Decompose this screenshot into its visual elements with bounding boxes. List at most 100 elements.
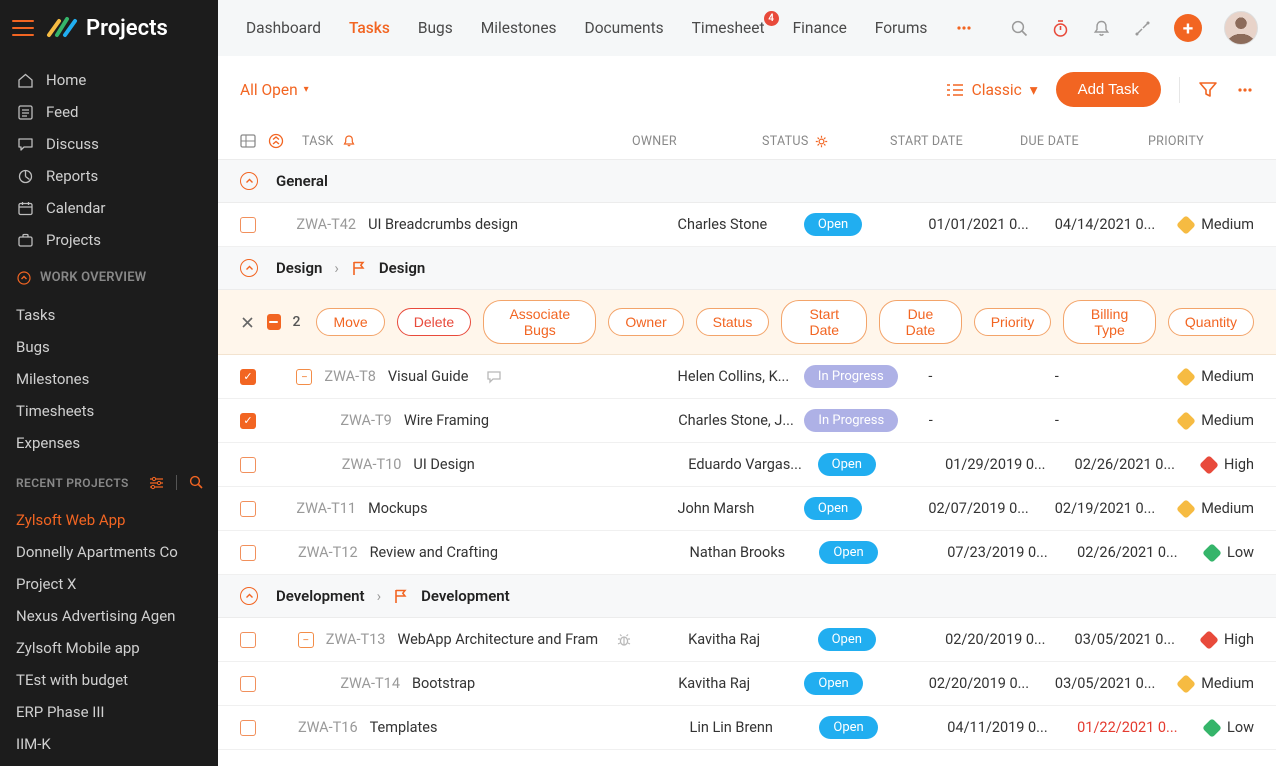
sidebar-item-expenses[interactable]: Expenses xyxy=(0,427,218,459)
recent-project-item[interactable]: Nexus Advertising Agen xyxy=(0,600,218,632)
collapse-group-icon[interactable] xyxy=(240,172,258,190)
group-header[interactable]: Development› Development xyxy=(218,575,1276,618)
group-header[interactable]: Design› Design xyxy=(218,247,1276,290)
recent-project-item[interactable]: Project X xyxy=(0,568,218,600)
col-status[interactable]: STATUS xyxy=(762,134,890,149)
sel-action-owner[interactable]: Owner xyxy=(608,308,683,336)
task-priority[interactable]: Medium xyxy=(1179,216,1254,233)
tab-milestones[interactable]: Milestones xyxy=(481,19,557,37)
task-row[interactable]: ZWA-T16 Templates Lin Lin Brenn Open 04/… xyxy=(218,706,1276,750)
tab-finance[interactable]: Finance xyxy=(793,19,847,37)
col-task[interactable]: TASK xyxy=(302,134,632,149)
group-header[interactable]: General xyxy=(218,160,1276,203)
task-priority[interactable]: Low xyxy=(1205,719,1254,736)
filter-icon[interactable] xyxy=(1198,80,1218,100)
sidebar-item-tasks[interactable]: Tasks xyxy=(0,299,218,331)
sidebar-item-calendar[interactable]: Calendar xyxy=(0,192,218,224)
task-status[interactable]: Open xyxy=(819,541,947,564)
task-status[interactable]: Open xyxy=(819,716,947,739)
recent-project-item[interactable]: ERP Phase III xyxy=(0,696,218,728)
task-status[interactable]: In Progress xyxy=(804,409,928,432)
sidebar-item-feed[interactable]: Feed xyxy=(0,96,218,128)
table-body[interactable]: General ZWA-T42 UI Breadcrumbs design Ch… xyxy=(218,160,1276,766)
filter-dropdown[interactable]: All Open ▾ xyxy=(240,81,309,99)
timer-icon[interactable] xyxy=(1051,19,1070,38)
task-row[interactable]: ZWA-T42 UI Breadcrumbs design Charles St… xyxy=(218,203,1276,247)
sidebar-section-work-overview[interactable]: WORK OVERVIEW xyxy=(0,256,218,291)
task-status[interactable]: Open xyxy=(818,628,945,651)
task-priority[interactable]: Medium xyxy=(1179,368,1254,385)
col-owner[interactable]: OWNER xyxy=(632,134,762,149)
tools-icon[interactable] xyxy=(1133,19,1152,38)
col-start[interactable]: START DATE xyxy=(890,134,1020,149)
row-checkbox[interactable] xyxy=(240,369,256,385)
global-add-button[interactable]: + xyxy=(1174,14,1202,42)
task-status[interactable]: Open xyxy=(804,497,928,520)
sel-action-move[interactable]: Move xyxy=(316,308,384,336)
tab-forums[interactable]: Forums xyxy=(875,19,928,37)
sidebar-item-reports[interactable]: Reports xyxy=(0,160,218,192)
task-row[interactable]: ZWA-T11 Mockups John Marsh Open 02/07/20… xyxy=(218,487,1276,531)
task-row[interactable]: ZWA-T9 Wire Framing Charles Stone, J... … xyxy=(218,399,1276,443)
tab-bugs[interactable]: Bugs xyxy=(418,19,453,37)
search-icon[interactable] xyxy=(189,475,204,490)
row-checkbox[interactable] xyxy=(240,413,256,429)
collapse-all-icon[interactable] xyxy=(268,133,284,149)
tab-documents[interactable]: Documents xyxy=(585,19,664,37)
row-checkbox[interactable] xyxy=(240,217,256,233)
task-row[interactable]: ZWA-T12 Review and Crafting Nathan Brook… xyxy=(218,531,1276,575)
sidebar-item-timesheets[interactable]: Timesheets xyxy=(0,395,218,427)
recent-project-item[interactable]: Zylsoft Web App xyxy=(0,504,218,536)
col-due[interactable]: DUE DATE xyxy=(1020,134,1148,149)
task-row[interactable]: ZWA-T10 UI Design Eduardo Vargas... Open… xyxy=(218,443,1276,487)
row-checkbox[interactable] xyxy=(240,632,256,648)
task-row[interactable]: − ZWA-T8 Visual Guide Helen Collins, K..… xyxy=(218,355,1276,399)
user-avatar[interactable] xyxy=(1224,11,1258,45)
row-checkbox[interactable] xyxy=(240,501,256,517)
columns-config-icon[interactable] xyxy=(240,133,256,149)
sidebar-item-bugs[interactable]: Bugs xyxy=(0,331,218,363)
task-priority[interactable]: High xyxy=(1202,631,1254,648)
select-all-checkbox[interactable] xyxy=(267,314,281,330)
row-checkbox[interactable] xyxy=(240,457,256,473)
bug-icon[interactable] xyxy=(616,632,632,648)
row-checkbox[interactable] xyxy=(240,545,256,561)
sel-action-start date[interactable]: Start Date xyxy=(781,300,867,344)
sel-action-status[interactable]: Status xyxy=(696,308,770,336)
row-checkbox[interactable] xyxy=(240,720,256,736)
collapse-group-icon[interactable] xyxy=(240,259,258,277)
sidebar-item-projects[interactable]: Projects xyxy=(0,224,218,256)
recent-project-item[interactable]: TEst with budget xyxy=(0,664,218,696)
sel-action-priority[interactable]: Priority xyxy=(974,308,1052,336)
task-priority[interactable]: Medium xyxy=(1179,500,1254,517)
sel-action-delete[interactable]: Delete xyxy=(397,308,471,336)
sel-action-quantity[interactable]: Quantity xyxy=(1168,308,1254,336)
subtask-toggle-icon[interactable]: − xyxy=(298,632,314,648)
close-icon[interactable] xyxy=(240,315,255,330)
add-task-button[interactable]: Add Task xyxy=(1056,72,1161,107)
more-actions-icon[interactable] xyxy=(1236,81,1254,99)
search-icon[interactable] xyxy=(1010,19,1029,38)
recent-project-item[interactable]: Donnelly Apartments Co xyxy=(0,536,218,568)
sel-action-associate bugs[interactable]: Associate Bugs xyxy=(483,300,596,344)
task-priority[interactable]: High xyxy=(1202,456,1254,473)
sel-action-billing type[interactable]: Billing Type xyxy=(1063,300,1156,344)
recent-project-item[interactable]: IIM-K xyxy=(0,728,218,760)
tab-tasks[interactable]: Tasks xyxy=(349,19,390,37)
hamburger-icon[interactable] xyxy=(12,20,34,36)
task-status[interactable]: Open xyxy=(804,672,928,695)
task-row[interactable]: − ZWA-T13 WebApp Architecture and Fram K… xyxy=(218,618,1276,662)
task-status[interactable]: Open xyxy=(804,213,928,236)
sidebar-item-discuss[interactable]: Discuss xyxy=(0,128,218,160)
sliders-icon[interactable] xyxy=(149,475,164,490)
task-priority[interactable]: Low xyxy=(1205,544,1254,561)
subtask-toggle-icon[interactable]: − xyxy=(296,369,312,385)
tab-dashboard[interactable]: Dashboard xyxy=(246,19,321,37)
sel-action-due date[interactable]: Due Date xyxy=(879,300,962,344)
task-row[interactable]: ZWA-T14 Bootstrap Kavitha Raj Open 02/20… xyxy=(218,662,1276,706)
row-checkbox[interactable] xyxy=(240,676,256,692)
more-tabs-icon[interactable] xyxy=(955,19,973,37)
bell-icon[interactable] xyxy=(1092,19,1111,38)
col-priority[interactable]: PRIORITY xyxy=(1148,134,1228,149)
view-dropdown[interactable]: Classic ▾ xyxy=(946,81,1038,99)
